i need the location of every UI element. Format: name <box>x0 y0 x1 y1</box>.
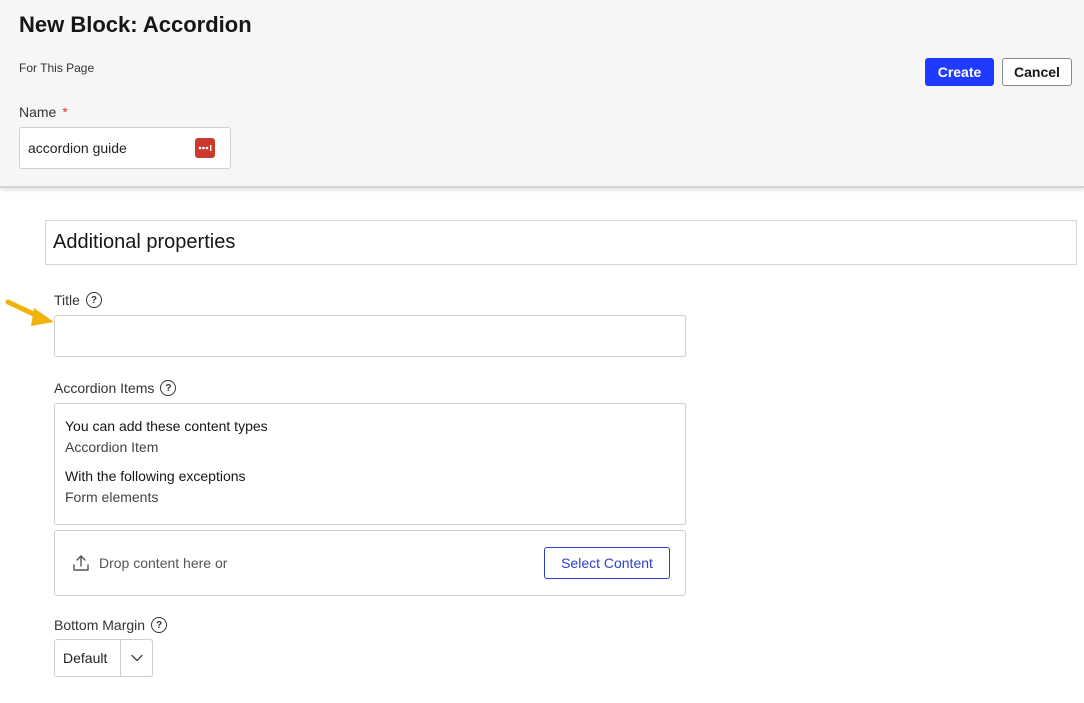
name-input-value: accordion guide <box>28 140 127 156</box>
title-label-text: Title <box>54 292 80 308</box>
bottom-margin-select[interactable]: Default <box>54 639 153 677</box>
header-panel: New Block: Accordion For This Page Name *… <box>0 0 1084 188</box>
pointer-arrow-icon <box>5 299 54 326</box>
section-title: Additional properties <box>53 231 236 253</box>
additional-properties-section[interactable]: Additional properties <box>45 220 1077 265</box>
drop-text: Drop content here or <box>99 555 228 571</box>
create-button[interactable]: Create <box>925 58 994 86</box>
upload-icon <box>73 555 89 571</box>
accordion-items-label-text: Accordion Items <box>54 380 155 396</box>
question-circle-icon[interactable]: ? <box>160 380 177 396</box>
title-input[interactable] <box>54 315 686 357</box>
page-title: New Block: Accordion <box>19 12 252 37</box>
bottom-margin-value: Default <box>63 650 108 666</box>
bottom-margin-label-text: Bottom Margin <box>54 617 146 633</box>
exceptions-heading: With the following exceptions <box>65 468 246 484</box>
question-circle-icon[interactable]: ? <box>85 292 102 308</box>
chevron-down-icon[interactable] <box>121 654 152 662</box>
page-subtitle: For This Page <box>19 61 95 75</box>
accordion-items-label: Accordion Items ? <box>54 380 177 396</box>
question-circle-icon[interactable]: ? <box>151 617 168 633</box>
select-content-button[interactable]: Select Content <box>544 547 670 579</box>
allowed-heading: You can add these content types <box>65 418 268 434</box>
exceptions-type: Form elements <box>65 489 159 505</box>
password-manager-icon[interactable] <box>195 138 215 158</box>
allowed-type: Accordion Item <box>65 439 159 455</box>
name-input[interactable]: accordion guide <box>19 127 231 169</box>
cancel-button[interactable]: Cancel <box>1002 58 1072 86</box>
name-label: Name * <box>19 104 68 120</box>
drop-zone[interactable]: Drop content here or Select Content <box>54 530 686 596</box>
bottom-margin-label: Bottom Margin ? <box>54 617 168 633</box>
allowed-content-types-box: You can add these content types Accordio… <box>54 403 686 525</box>
title-label: Title ? <box>54 292 102 308</box>
name-label-text: Name <box>19 104 57 120</box>
required-mark: * <box>62 104 68 120</box>
